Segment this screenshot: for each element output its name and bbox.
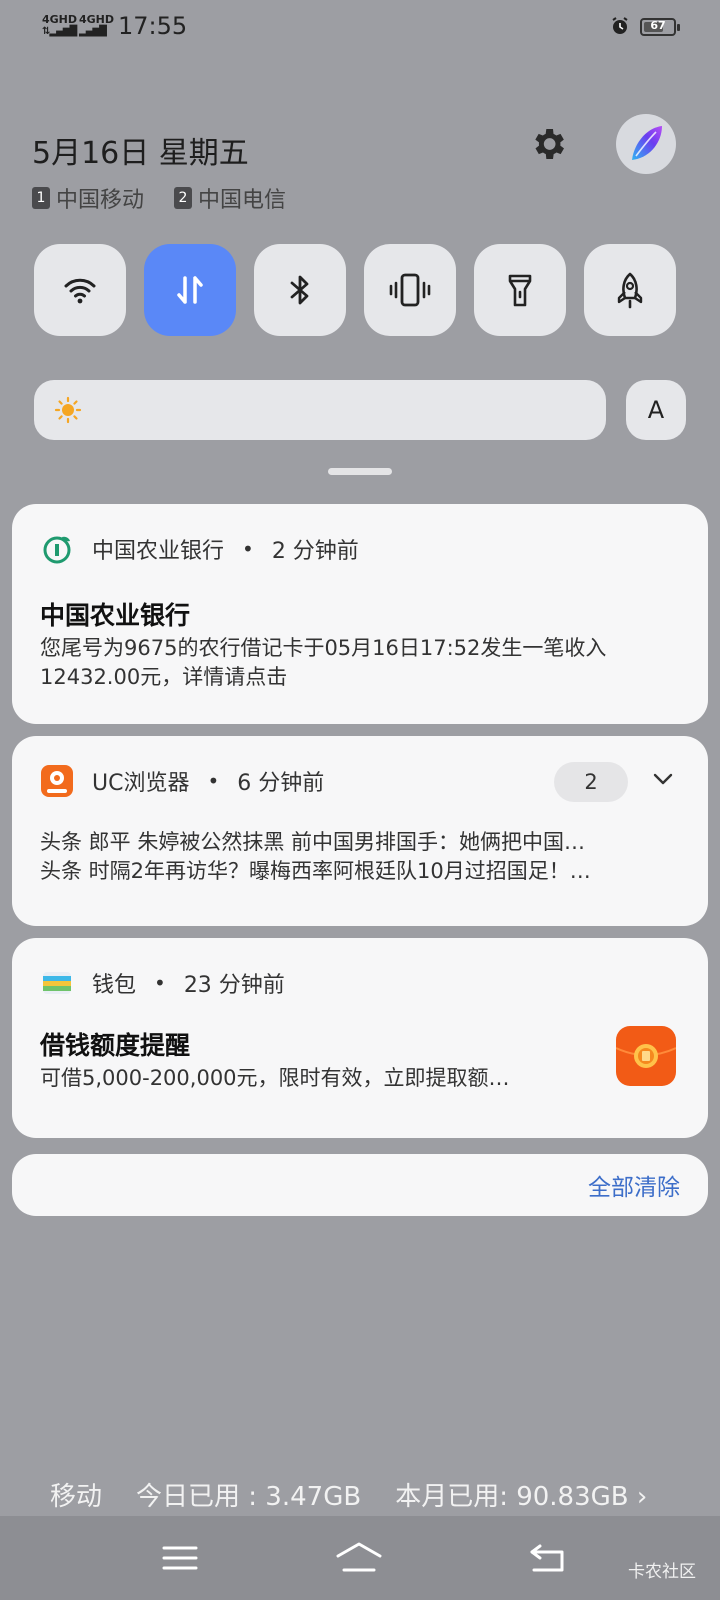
notification-wallet[interactable]: 钱包 • 23 分钟前 借钱额度提醒 可借5,000-200,000元，限时有效… bbox=[12, 938, 708, 1138]
flashlight-toggle[interactable] bbox=[474, 244, 566, 336]
red-envelope-icon bbox=[616, 1026, 676, 1086]
carrier-2: 2 中国电信 bbox=[174, 182, 286, 214]
mobile-data-toggle[interactable] bbox=[144, 244, 236, 336]
carrier-list: 1 中国移动 2 中国电信 bbox=[32, 182, 286, 214]
notification-title: 中国农业银行 bbox=[40, 601, 191, 630]
notification-body: 可借5,000-200,000元，限时有效，立即提取额… bbox=[40, 1064, 580, 1093]
clear-all-bar: 全部清除 bbox=[12, 1154, 708, 1216]
wifi-icon bbox=[64, 278, 96, 304]
date-label: 5月16日 星期五 bbox=[32, 136, 249, 171]
avatar-feather-icon bbox=[632, 126, 662, 160]
notification-line: 12432.00元，详情请点击 bbox=[40, 665, 288, 689]
separator-dot: • bbox=[207, 769, 220, 793]
data-usage-month: 本月已用: 90.83GB › bbox=[395, 1476, 647, 1513]
data-usage[interactable]: 移动 今日已用 : 3.47GB 本月已用: 90.83GB › bbox=[50, 1476, 647, 1513]
notification-body: 头条 郎平 朱婷被公然抹黑 前中国男排国手：她俩把中国… 头条 时隔2年再访华？… bbox=[40, 828, 660, 886]
notification-title: 借钱额度提醒 bbox=[40, 1031, 191, 1060]
gear-icon[interactable] bbox=[528, 124, 568, 164]
app-name: 钱包 bbox=[92, 973, 137, 998]
data-transfer-icon bbox=[177, 276, 203, 304]
notification-body: 您尾号为9675的农行借记卡于05月16日17:52发生一笔收入 12432.0… bbox=[40, 634, 606, 692]
menu-icon[interactable] bbox=[158, 1538, 202, 1578]
notification-line: 您尾号为9675的农行借记卡于05月16日17:52发生一笔收入 bbox=[40, 636, 607, 660]
carrier-1: 1 中国移动 bbox=[32, 182, 144, 214]
watermark: 卡农社区 bbox=[628, 1562, 696, 1582]
home-icon[interactable] bbox=[334, 1538, 384, 1578]
battery-icon: 67 bbox=[640, 18, 680, 36]
chevron-right-icon: › bbox=[636, 1482, 648, 1512]
sim1-network-label: 4GHD bbox=[42, 13, 78, 26]
notification-time: 2 分钟前 bbox=[271, 539, 359, 564]
bluetooth-toggle[interactable] bbox=[254, 244, 346, 336]
app-name: UC浏览器 bbox=[92, 771, 190, 796]
rocket-icon bbox=[617, 272, 643, 309]
notification-abc[interactable]: 中国农业银行 • 2 分钟前 中国农业银行 您尾号为9675的农行借记卡于05月… bbox=[12, 504, 708, 724]
sun-icon bbox=[54, 396, 82, 424]
notification-count-badge[interactable]: 2 bbox=[554, 762, 628, 802]
sim2-signal-icon: 4GHD ▂▄▆█ bbox=[79, 13, 115, 38]
sim-1-badge: 1 bbox=[32, 187, 50, 209]
notification-header: UC浏览器 • 6 分钟前 bbox=[40, 764, 324, 798]
notification-header: 钱包 • 23 分钟前 bbox=[40, 966, 285, 1000]
wallet-icon bbox=[43, 972, 71, 994]
quick-settings bbox=[34, 244, 676, 336]
battery-level: 67 bbox=[650, 19, 666, 32]
chevron-down-icon[interactable] bbox=[650, 766, 676, 792]
navigation-bar bbox=[0, 1516, 720, 1600]
app-name: 中国农业银行 bbox=[92, 539, 225, 564]
wifi-toggle[interactable] bbox=[34, 244, 126, 336]
data-usage-month-value: 本月已用: 90.83GB bbox=[395, 1482, 629, 1512]
uc-browser-icon bbox=[41, 765, 73, 797]
clear-all-button[interactable]: 全部清除 bbox=[588, 1168, 680, 1202]
sim-2-badge: 2 bbox=[174, 187, 193, 209]
notification-line: 头条 时隔2年再访华？曝梅西率阿根廷队10月过招国足！… bbox=[40, 859, 591, 883]
notification-time: 23 分钟前 bbox=[183, 973, 285, 998]
drag-handle[interactable] bbox=[328, 468, 392, 475]
vibrate-toggle[interactable] bbox=[364, 244, 456, 336]
avatar[interactable] bbox=[616, 114, 676, 174]
auto-brightness-button[interactable]: A bbox=[626, 380, 686, 440]
notification-line: 头条 郎平 朱婷被公然抹黑 前中国男排国手：她俩把中国… bbox=[40, 830, 586, 854]
back-icon[interactable] bbox=[526, 1538, 570, 1578]
bluetooth-icon bbox=[290, 275, 309, 305]
carrier-2-name: 中国电信 bbox=[198, 188, 287, 213]
sim2-network-label: 4GHD bbox=[79, 13, 115, 26]
separator-dot: • bbox=[242, 537, 254, 561]
status-time: 17:55 bbox=[118, 12, 188, 40]
notification-uc[interactable]: UC浏览器 • 6 分钟前 2 头条 郎平 朱婷被公然抹黑 前中国男排国手：她俩… bbox=[12, 736, 708, 926]
data-usage-today: 今日已用 : 3.47GB bbox=[136, 1482, 362, 1512]
notification-time: 6 分钟前 bbox=[237, 771, 325, 796]
rocket-toggle[interactable] bbox=[584, 244, 676, 336]
separator-dot: • bbox=[154, 971, 166, 995]
alarm-icon bbox=[612, 17, 628, 34]
flashlight-icon bbox=[508, 274, 532, 307]
carrier-1-name: 中国移动 bbox=[56, 188, 145, 213]
data-usage-carrier: 移动 bbox=[50, 1482, 103, 1512]
notification-header: 中国农业银行 • 2 分钟前 bbox=[40, 532, 359, 566]
sim1-signal-icon: 4GHD ⇅▂▄▆█ bbox=[42, 13, 78, 38]
vibrate-icon bbox=[389, 273, 431, 307]
notification-line: 可借5,000-200,000元，限时有效，立即提取额… bbox=[40, 1066, 510, 1090]
status-bar: 4GHD ⇅▂▄▆█ 4GHD ▂▄▆█ 17:55 67 bbox=[0, 0, 720, 56]
brightness-slider[interactable] bbox=[34, 380, 606, 440]
abc-bank-icon bbox=[43, 536, 71, 564]
